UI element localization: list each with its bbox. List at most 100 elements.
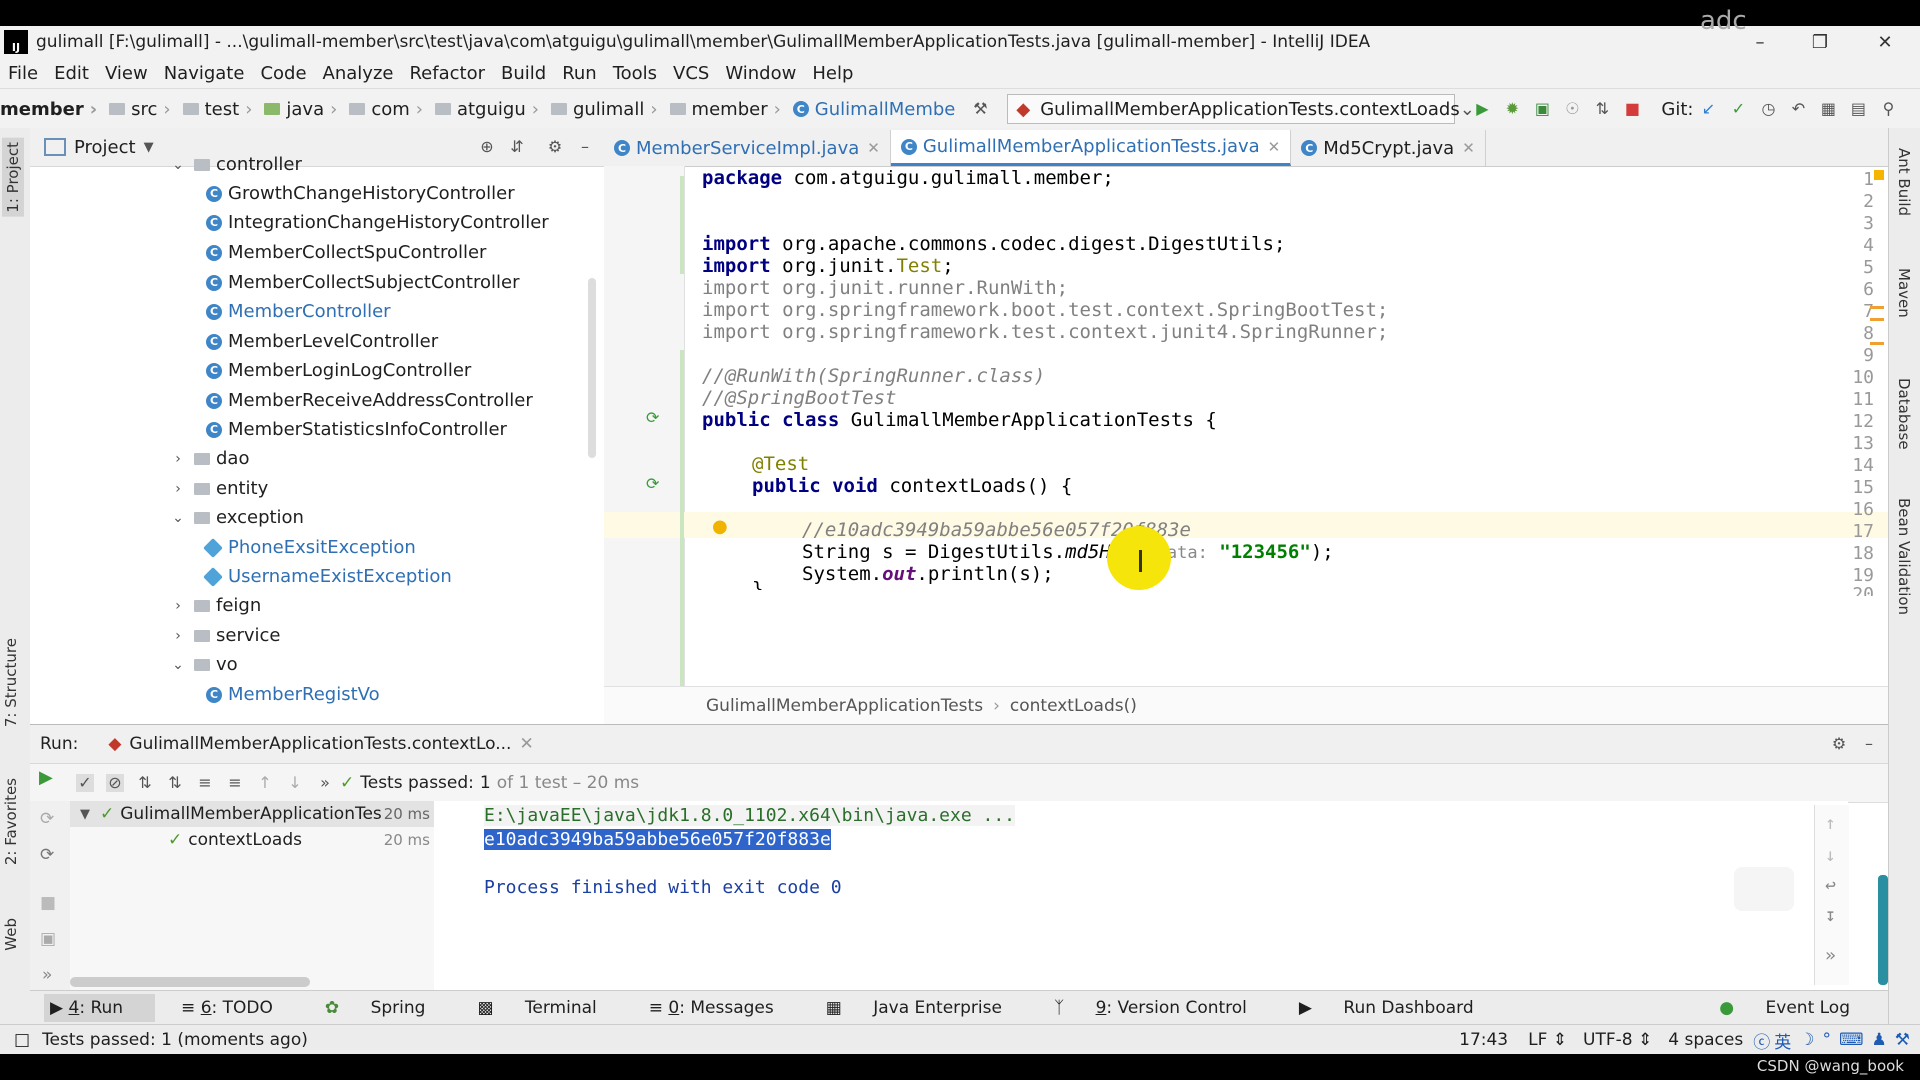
next-icon[interactable]: ↓: [286, 774, 304, 792]
breadcrumb-item[interactable]: member ›: [0, 99, 109, 120]
run-icon[interactable]: ▶: [1473, 100, 1491, 118]
scroll-end-icon[interactable]: ↧: [1825, 905, 1836, 926]
up-icon[interactable]: ↑: [1825, 813, 1836, 834]
menu-edit[interactable]: Edit: [46, 63, 97, 84]
tab-bean-validation[interactable]: Bean Validation: [1895, 498, 1913, 615]
locate-icon[interactable]: ⊕: [478, 138, 496, 156]
run-tab[interactable]: GulimallMemberApplicationTests.contextLo…: [129, 734, 511, 754]
lightbulb-icon[interactable]: ●: [712, 516, 728, 537]
line-separator[interactable]: LF ⇕: [1528, 1030, 1567, 1050]
tab-java-enterprise[interactable]: ▦ Java Enterprise: [826, 998, 1028, 1018]
menu-view[interactable]: View: [97, 63, 156, 84]
history-icon[interactable]: ◷: [1759, 100, 1777, 118]
expand-all-icon[interactable]: ≡: [196, 774, 214, 792]
ime-language[interactable]: 英: [1774, 1028, 1791, 1053]
tab-messages[interactable]: ≡ 0: Messages: [649, 998, 800, 1018]
show-ignored-icon[interactable]: ⊘: [106, 774, 124, 792]
tree-item[interactable]: PhoneExsitException: [203, 533, 416, 562]
debug-icon[interactable]: ✹: [1503, 100, 1521, 118]
tree-folder[interactable]: › entity: [170, 474, 268, 503]
breadcrumb-item[interactable]: member ›: [669, 99, 793, 120]
tree-folder[interactable]: ⌄ exception: [170, 503, 304, 532]
tree-item[interactable]: C MemberLevelController: [206, 327, 438, 356]
profile-icon[interactable]: ☉: [1563, 100, 1581, 118]
tree-folder[interactable]: ⌄ controller: [170, 150, 302, 179]
run-config-select[interactable]: ◆ GulimallMemberApplicationTests.context…: [1007, 94, 1475, 124]
stop-icon[interactable]: ■: [40, 893, 56, 913]
console-output[interactable]: E:\javaEE\java\jdk1.8.0_1102.x64\bin\jav…: [434, 801, 1849, 991]
project-structure-icon[interactable]: ▦: [1819, 100, 1837, 118]
git-update-icon[interactable]: ↙: [1699, 100, 1717, 118]
ime-punct-icon[interactable]: °: [1822, 1030, 1831, 1050]
error-stripe-marker[interactable]: [1870, 306, 1884, 309]
tab-spring[interactable]: ✿ Spring: [325, 998, 452, 1018]
hide-icon[interactable]: –: [576, 138, 594, 156]
menu-refactor[interactable]: Refactor: [401, 63, 493, 84]
tree-item[interactable]: C MemberController: [206, 297, 391, 326]
tab-ant-build[interactable]: Ant Build: [1895, 148, 1913, 216]
caret-position[interactable]: 17:43: [1459, 1030, 1508, 1050]
coverage-icon[interactable]: ▣: [1533, 100, 1551, 118]
breadcrumb-item[interactable]: java ›: [264, 99, 349, 120]
stop-icon[interactable]: ■: [1623, 100, 1641, 118]
tree-item[interactable]: C GrowthChangeHistoryController: [206, 179, 515, 208]
tab-run[interactable]: ▶ 4: Run: [44, 994, 156, 1022]
editor-tab[interactable]: C Md5Crypt.java ✕: [1291, 130, 1486, 166]
breadcrumb-item[interactable]: C GulimallMembe: [792, 99, 962, 120]
test-node-child[interactable]: ✓ contextLoads 20 ms: [70, 827, 434, 853]
wrap-icon[interactable]: ↩: [1825, 875, 1836, 896]
editor-breadcrumb-class[interactable]: GulimallMemberApplicationTests: [706, 696, 983, 716]
chevron-down-icon[interactable]: ▼: [144, 140, 154, 155]
gear-icon[interactable]: ⚙: [546, 138, 564, 156]
tree-folder[interactable]: › dao: [170, 444, 249, 473]
tree-item[interactable]: C MemberReceiveAddressController: [206, 386, 533, 415]
tab-todo[interactable]: ≡ 6: TODO: [181, 998, 299, 1018]
camera-icon[interactable]: ▣: [40, 929, 56, 949]
minimize-button[interactable]: –: [1730, 26, 1790, 58]
close-icon[interactable]: ✕: [519, 734, 533, 754]
warning-marker[interactable]: [1874, 170, 1884, 180]
breadcrumb-item[interactable]: test ›: [182, 99, 265, 120]
encoding[interactable]: UTF-8 ⇕: [1583, 1030, 1652, 1050]
chevron-right-icon[interactable]: ›: [170, 598, 186, 614]
search-icon[interactable]: ⚲: [1879, 100, 1897, 118]
tab-structure[interactable]: 7: Structure: [2, 638, 20, 727]
test-node-root[interactable]: ▼ ✓ GulimallMemberApplicationTes 20 ms: [70, 801, 434, 827]
menu-run[interactable]: Run: [554, 63, 605, 84]
tree-folder[interactable]: › feign: [170, 591, 261, 620]
run-gutter-icon[interactable]: ⟳: [646, 408, 659, 427]
show-passed-icon[interactable]: ✓: [76, 774, 94, 792]
tab-run-dashboard[interactable]: ▶ Run Dashboard: [1299, 998, 1500, 1018]
tab-version-control[interactable]: ᛉ 9: Version Control: [1054, 998, 1273, 1018]
menu-help[interactable]: Help: [804, 63, 861, 84]
error-stripe-marker[interactable]: [1870, 318, 1884, 321]
collapse-icon[interactable]: ⇵: [508, 138, 526, 156]
restore-button[interactable]: ❐: [1790, 26, 1850, 58]
more-icon[interactable]: »: [42, 965, 52, 985]
chevron-down-icon[interactable]: ⌄: [170, 510, 186, 526]
collapse-all-icon[interactable]: ≡: [226, 774, 244, 792]
ime-user-icon[interactable]: ♟: [1872, 1030, 1887, 1050]
close-icon[interactable]: ✕: [867, 139, 880, 157]
tab-database[interactable]: Database: [1895, 378, 1913, 450]
project-panel-title[interactable]: Project: [74, 137, 136, 158]
tree-item[interactable]: C MemberLoginLogController: [206, 356, 471, 385]
rerun-failed-icon[interactable]: ⟳: [40, 809, 54, 829]
breadcrumb-item[interactable]: atguigu ›: [434, 99, 551, 120]
more-icon[interactable]: »: [1825, 945, 1836, 966]
chevron-down-icon[interactable]: ⌄: [170, 657, 186, 673]
breadcrumb-item[interactable]: src ›: [109, 99, 182, 120]
gear-icon[interactable]: ⚙: [1830, 735, 1848, 753]
close-button[interactable]: ✕: [1855, 26, 1915, 58]
attach-icon[interactable]: ⇅: [1593, 100, 1611, 118]
tab-web[interactable]: Web: [2, 918, 20, 951]
scrollbar[interactable]: [1878, 875, 1888, 985]
chevron-right-icon[interactable]: ›: [170, 628, 186, 644]
editor-tab[interactable]: C MemberServiceImpl.java ✕: [604, 130, 891, 166]
breadcrumb-item[interactable]: gulimall ›: [550, 99, 670, 120]
menu-window[interactable]: Window: [717, 63, 804, 84]
tab-terminal[interactable]: ▩ Terminal: [477, 998, 622, 1018]
event-log-button[interactable]: ● Event Log: [1719, 998, 1876, 1018]
tab-favorites[interactable]: 2: Favorites: [2, 778, 20, 865]
error-stripe-marker[interactable]: [1870, 342, 1884, 345]
